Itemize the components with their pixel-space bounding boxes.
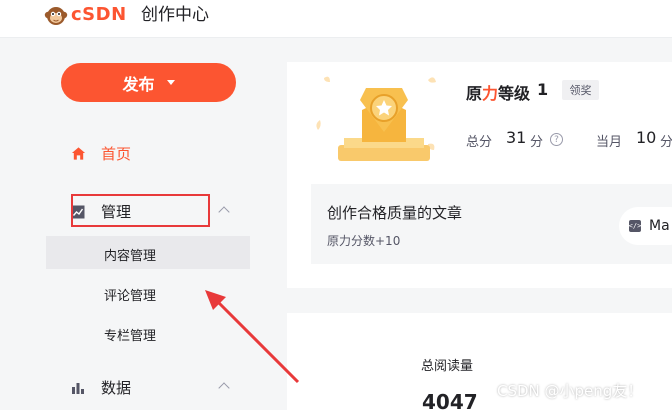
level-title: 原力等级: [466, 80, 530, 104]
top-header: cSDN 创作中心: [0, 0, 672, 38]
logo-wordmark: cSDN: [71, 4, 127, 25]
sidebar-item-data[interactable]: 数据: [70, 377, 131, 398]
monkey-logo-icon: [44, 3, 68, 27]
sidebar-item-comment-manage[interactable]: 评论管理: [104, 285, 156, 304]
level-title-part: 原: [466, 84, 483, 103]
month-score-unit: 分: [660, 135, 672, 150]
chevron-up-icon[interactable]: [218, 382, 230, 394]
sidebar-item-column-manage[interactable]: 专栏管理: [104, 325, 156, 344]
task-action-label: Ma: [649, 218, 670, 234]
sidebar-item-label: 数据: [101, 379, 132, 397]
medal-icon: [310, 70, 440, 162]
page-title: 创作中心: [141, 5, 209, 25]
total-score-unit: 分: [530, 135, 544, 150]
publish-button-label: 发布: [122, 74, 155, 94]
total-reads-value: 4047: [422, 390, 478, 410]
chevron-up-icon[interactable]: [218, 206, 230, 218]
annotation-highlight-box: [71, 194, 210, 227]
month-score-value: 10: [636, 128, 657, 147]
csdn-logo[interactable]: cSDN: [44, 3, 127, 27]
level-number: 1: [537, 80, 549, 99]
claim-reward-tag[interactable]: 领奖: [562, 80, 599, 100]
sidebar-item-content-manage[interactable]: 内容管理: [104, 245, 156, 264]
bar-chart-icon: [70, 380, 86, 396]
total-score-label: 总分: [466, 135, 493, 150]
sidebar-item-home[interactable]: 首页: [70, 143, 131, 164]
total-reads-label: 总阅读量: [421, 359, 474, 374]
caret-down-icon: [166, 80, 175, 85]
level-title-part: 等级: [498, 84, 531, 103]
publish-button[interactable]: 发布: [61, 63, 236, 102]
watermark: CSDN @小peng友！: [497, 382, 643, 400]
month-score-label: 当月: [596, 135, 623, 150]
home-icon: [70, 146, 86, 162]
code-icon: </>: [628, 220, 642, 232]
task-action-button[interactable]: </> Ma: [619, 207, 672, 245]
sidebar-item-label: 首页: [101, 145, 132, 163]
level-title-part: 力: [482, 84, 499, 103]
total-score-value: 31: [506, 128, 527, 147]
help-icon[interactable]: ?: [550, 133, 563, 146]
task-card: [311, 184, 672, 264]
task-title: 创作合格质量的文章: [327, 204, 463, 222]
task-subtitle: 原力分数+10: [327, 234, 401, 248]
